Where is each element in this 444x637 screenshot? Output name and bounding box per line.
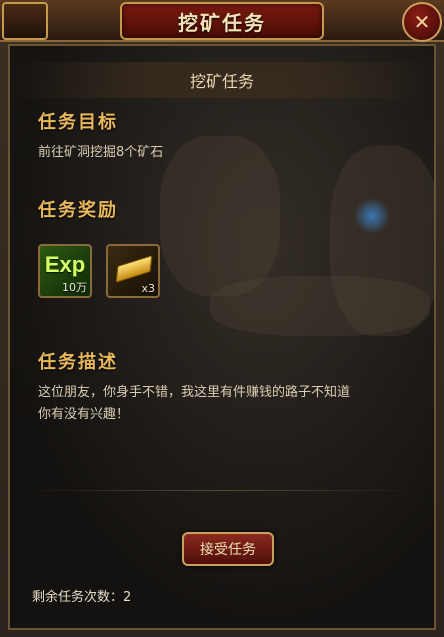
reward-gold-slot[interactable]: x3 xyxy=(106,244,160,298)
description-line-1: 这位朋友，你身手不错，我这里有件赚钱的路子不知道 xyxy=(38,385,351,400)
gold-bar-icon xyxy=(115,255,153,283)
remaining-count: 剩余任务次数：2 xyxy=(32,590,132,605)
window-title: 挖矿任务 xyxy=(178,10,266,35)
objective-heading: 任务目标 xyxy=(38,112,118,133)
exp-icon: Exp xyxy=(44,252,86,277)
quest-name: 挖矿任务 xyxy=(189,72,254,91)
background-ground xyxy=(210,276,430,336)
accept-quest-button[interactable]: 接受任务 xyxy=(182,532,274,566)
description-line-2: 你有没有兴趣！ xyxy=(38,407,130,422)
background-blue-glow xyxy=(354,198,390,234)
quest-panel: 挖矿任务 任务目标 前往矿洞挖掘8个矿石 任务奖励 Exp 10万 x3 任务描… xyxy=(8,44,436,630)
background-statue xyxy=(160,136,280,296)
description-heading: 任务描述 xyxy=(38,352,118,373)
reward-exp-count: 10万 xyxy=(62,281,87,294)
title-bar: 挖矿任务 ✕ xyxy=(0,0,444,42)
objective-text: 前往矿洞挖掘8个矿石 xyxy=(38,145,164,160)
close-icon: ✕ xyxy=(413,10,431,34)
quest-dialog: 挖矿任务 ✕ 挖矿任务 任务目标 前往矿洞挖掘8个矿石 任务奖励 Exp 10万… xyxy=(0,0,444,637)
close-button[interactable]: ✕ xyxy=(402,2,442,42)
title-corner-ornament xyxy=(2,2,48,40)
reward-heading: 任务奖励 xyxy=(38,200,118,221)
reward-gold-count: x3 xyxy=(141,282,155,295)
quest-name-bar: 挖矿任务 xyxy=(10,62,434,98)
reward-exp-slot[interactable]: Exp 10万 xyxy=(38,244,92,298)
title-plaque: 挖矿任务 xyxy=(120,2,324,40)
divider xyxy=(24,490,420,491)
